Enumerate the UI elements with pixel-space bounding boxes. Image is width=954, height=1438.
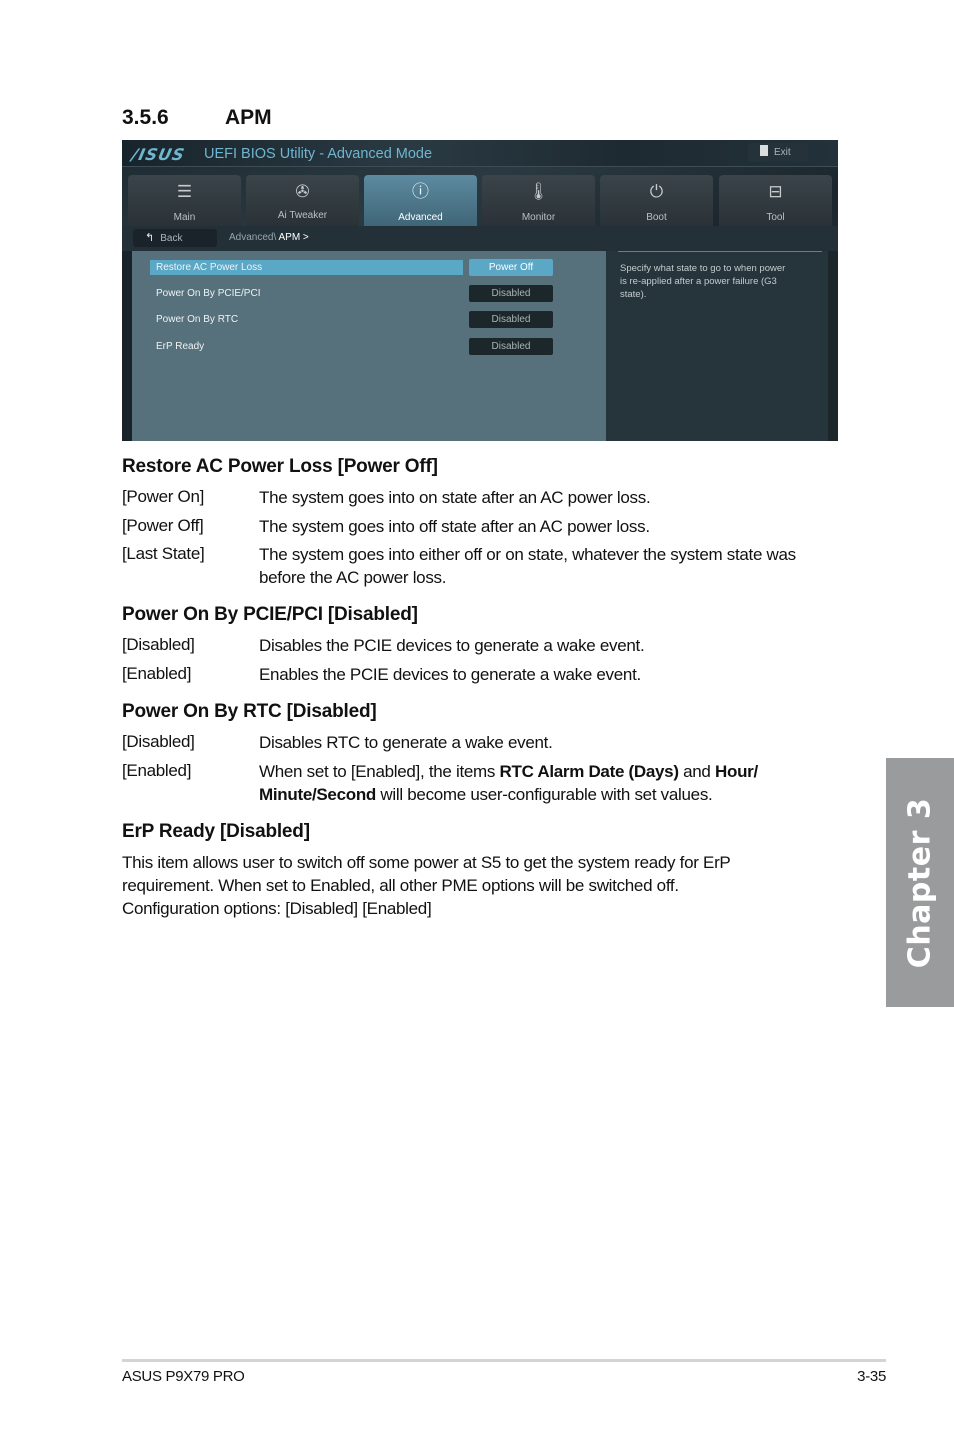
desc-text: When set to [Enabled], the items [259, 762, 500, 781]
section-number: 3.5.6 [122, 106, 169, 129]
tab-advanced[interactable]: ⓘ Advanced [364, 175, 477, 226]
asus-logo: /ISUS [129, 145, 187, 164]
section-title: 3.5.6 APM [122, 106, 272, 130]
back-label: Back [160, 233, 183, 244]
tab-label: Boot [646, 212, 667, 223]
paragraph-line: Configuration options: [Disabled] [Enabl… [122, 899, 432, 918]
setting-row-power-on-by-rtc[interactable]: Power On By RTC [150, 312, 463, 327]
setting-row-erp-ready[interactable]: ErP Ready [150, 339, 463, 354]
option-label: [Disabled] [122, 635, 195, 654]
exit-door-icon [760, 145, 768, 156]
bios-title-bar: /ISUS UEFI BIOS Utility - Advanced Mode … [122, 140, 838, 167]
paragraph-line: requirement. When set to Enabled, all ot… [122, 876, 679, 895]
breadcrumb-path[interactable]: Advanced\ [229, 232, 278, 243]
footer-page-number: 3-35 [857, 1368, 886, 1385]
advanced-info-icon: ⓘ [412, 182, 429, 201]
option-label: [Disabled] [122, 732, 195, 751]
paragraph-line: This item allows user to switch off some… [122, 853, 731, 872]
footer-divider [122, 1359, 886, 1362]
tab-label: Ai Tweaker [277, 210, 328, 221]
setting-row-restore-ac-power-loss[interactable]: Restore AC Power Loss [150, 260, 463, 275]
breadcrumb: Advanced\ APM > [229, 232, 309, 243]
settings-panel: Restore AC Power Loss Power Off Power On… [132, 251, 606, 441]
panel-edge [122, 251, 132, 441]
option-label: [Enabled] [122, 761, 192, 780]
option-label: [Power Off] [122, 516, 204, 535]
exit-label: Exit [774, 147, 791, 158]
setting-value-power-on-by-rtc[interactable]: Disabled [469, 311, 553, 328]
footer-product: ASUS P9X79 PRO [122, 1368, 245, 1385]
chapter-label: Chapter 3 [902, 797, 938, 968]
heading-power-on-by-pcie: Power On By PCIE/PCI [Disabled] [122, 604, 418, 625]
thermometer-icon: 🌡 [527, 182, 550, 201]
setting-value-restore-ac-power-loss[interactable]: Power Off [469, 259, 553, 276]
help-panel: Specify what state to go to when power i… [606, 251, 828, 441]
erp-paragraph: This item allows user to switch off some… [122, 851, 842, 920]
bios-title: UEFI BIOS Utility - Advanced Mode [204, 146, 433, 162]
breadcrumb-current: APM [278, 232, 301, 243]
option-description: The system goes into off state after an … [259, 517, 650, 536]
option-description: The system goes into on state after an A… [259, 488, 651, 507]
power-icon: ⏻ [649, 182, 664, 201]
toolbox-icon: ⊟ [768, 182, 783, 201]
setting-value-power-on-by-pcie[interactable]: Disabled [469, 285, 553, 302]
desc-bold: RTC Alarm Date (Days) [499, 762, 679, 781]
tab-main[interactable]: ☰ Main [128, 175, 241, 226]
desc-text: will become user-configurable with set v… [376, 785, 713, 804]
option-description: The system goes into either off or on st… [259, 545, 796, 587]
back-arrow-icon: ↰ [145, 232, 155, 244]
option-description: Disables RTC to generate a wake event. [259, 733, 553, 752]
bios-nav-bar: ↰ Back Advanced\ APM > [122, 226, 838, 251]
tab-label: Main [173, 212, 196, 223]
breadcrumb-chevron: > [300, 232, 309, 243]
back-button[interactable]: ↰ Back [133, 229, 217, 247]
help-divider [618, 251, 822, 252]
section-name: APM [225, 106, 272, 129]
tab-label: Monitor [521, 212, 556, 223]
setting-row-power-on-by-pcie[interactable]: Power On By PCIE/PCI [150, 286, 463, 301]
option-label: [Power On] [122, 487, 205, 506]
option-description: When set to [Enabled], the items RTC Ala… [259, 760, 819, 806]
tab-label: Tool [766, 212, 785, 223]
heading-restore-ac-power-loss: Restore AC Power Loss [Power Off] [122, 456, 438, 477]
option-label: [Last State] [122, 544, 205, 563]
fan-icon: ✇ [295, 182, 310, 201]
tab-ai-tweaker[interactable]: ✇ Ai Tweaker [246, 175, 359, 226]
bios-screenshot: /ISUS UEFI BIOS Utility - Advanced Mode … [122, 140, 838, 441]
desc-text: and [678, 762, 716, 781]
help-text: Specify what state to go to when power i… [620, 263, 786, 300]
option-description: Disables the PCIE devices to generate a … [259, 636, 645, 655]
exit-button[interactable]: Exit [748, 143, 808, 162]
tab-label: Advanced [398, 212, 443, 223]
chapter-tab: Chapter 3 [886, 758, 954, 1007]
option-label: [Enabled] [122, 664, 192, 683]
option-description: Enables the PCIE devices to generate a w… [259, 665, 641, 684]
heading-erp-ready: ErP Ready [Disabled] [122, 821, 310, 842]
tab-monitor[interactable]: 🌡 Monitor [482, 175, 595, 226]
heading-power-on-by-rtc: Power On By RTC [Disabled] [122, 701, 377, 722]
list-icon: ☰ [176, 182, 193, 201]
setting-value-erp-ready[interactable]: Disabled [469, 338, 553, 355]
tab-boot[interactable]: ⏻ Boot [600, 175, 713, 226]
panel-edge [828, 251, 838, 441]
tab-tool[interactable]: ⊟ Tool [719, 175, 832, 226]
